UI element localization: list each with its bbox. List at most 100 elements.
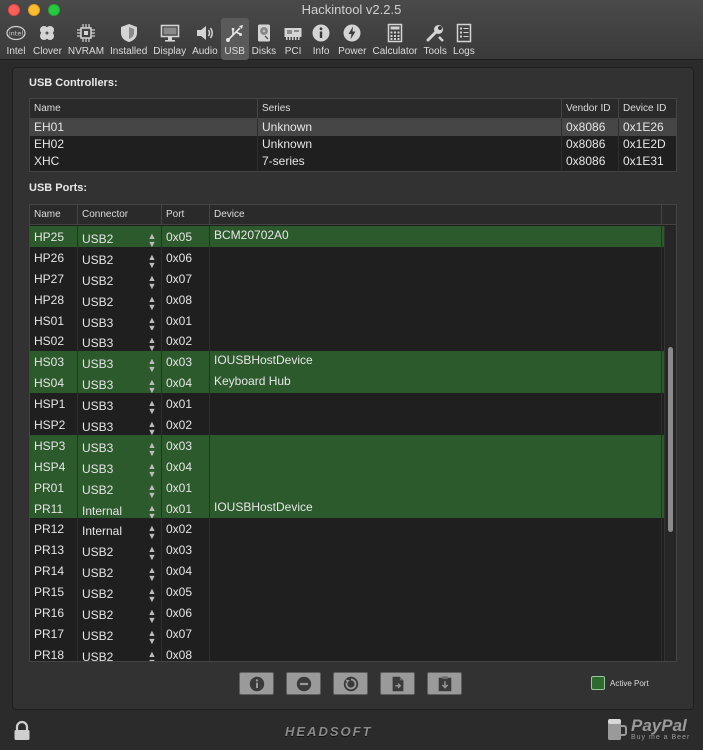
- port-row[interactable]: HP28 USB2 ▲ ▼ 0x08: [30, 288, 664, 310]
- connector-popup[interactable]: USB2 ▲▼: [78, 476, 162, 498]
- toolbar-tab-usb[interactable]: USB: [220, 18, 249, 60]
- port-row[interactable]: PR16 USB2 ▲ ▼ 0x06: [30, 602, 664, 623]
- usb-ports-table[interactable]: Name Connector Port Device HP25 USB2 ▲ ▼ 0x0…: [29, 204, 677, 662]
- column-header-device-id[interactable]: Device ID: [619, 99, 676, 118]
- connector-popup[interactable]: USB3 ▲ ▼: [78, 330, 162, 352]
- column-header-connector[interactable]: Connector: [78, 205, 162, 224]
- export-button[interactable]: [380, 672, 415, 695]
- column-header-port[interactable]: Port: [162, 205, 210, 224]
- connector-popup[interactable]: USB3 ▲ ▼: [78, 309, 162, 331]
- connector-popup[interactable]: USB2 ▲▼: [78, 539, 162, 561]
- connector-popup[interactable]: USB2 ▲▼: [78, 643, 162, 661]
- toolbar-tab-installed[interactable]: Installed: [107, 18, 150, 60]
- chevron-updown-icon[interactable]: ▲▼: [147, 420, 157, 435]
- ports-scrollbar[interactable]: [664, 226, 676, 661]
- connector-popup[interactable]: USB2 ▲▼: [78, 560, 162, 582]
- chevron-updown-icon[interactable]: ▲▼: [147, 357, 157, 372]
- chevron-updown-icon[interactable]: ▲▼: [147, 461, 157, 476]
- toolbar-tab-audio[interactable]: Audio: [189, 18, 221, 60]
- chevron-updown-icon[interactable]: ▲▼: [147, 524, 157, 539]
- column-header-series[interactable]: Series: [258, 99, 562, 118]
- chevron-updown-icon[interactable]: ▲▼: [147, 608, 157, 623]
- connector-popup[interactable]: USB3 ▲ ▼: [78, 351, 162, 373]
- chevron-updown-icon[interactable]: ▲▼: [147, 378, 157, 393]
- chevron-updown-icon[interactable]: ▲▼: [147, 315, 157, 330]
- chevron-updown-icon[interactable]: ▲▼: [147, 482, 157, 497]
- port-row[interactable]: HSP1 USB3 ▲ ▼ 0x01: [30, 393, 664, 415]
- port-row[interactable]: HP26 USB2 ▲ ▼ 0x06: [30, 246, 664, 268]
- connector-popup[interactable]: USB3 ▲ ▼: [78, 414, 162, 435]
- connector-popup[interactable]: Internal ▲ ▼: [78, 497, 162, 519]
- port-row[interactable]: PR12 Internal ▲ ▼ 0x02: [30, 518, 664, 540]
- port-row[interactable]: HSP2 USB3 ▲ ▼ 0x02: [30, 414, 664, 435]
- column-header-name[interactable]: Name: [30, 99, 258, 118]
- chevron-updown-icon[interactable]: ▲▼: [147, 587, 157, 602]
- toolbar-tab-tools[interactable]: Tools: [421, 18, 450, 60]
- chevron-updown-icon[interactable]: ▲▼: [147, 294, 157, 309]
- controller-row[interactable]: EH01 Unknown 0x8086 0x1E26: [30, 119, 676, 136]
- chevron-updown-icon[interactable]: ▲▼: [147, 273, 157, 288]
- connector-value: USB3: [82, 378, 114, 393]
- chevron-updown-icon[interactable]: ▲▼: [147, 336, 157, 351]
- port-row[interactable]: PR01 USB2 ▲ ▼ 0x01: [30, 476, 664, 498]
- port-row[interactable]: HP25 USB2 ▲ ▼ 0x05 BCM20702A0: [30, 226, 664, 247]
- usb-controllers-table[interactable]: Name Series Vendor ID Device ID EH01 Unkn…: [29, 98, 677, 172]
- chevron-updown-icon[interactable]: ▲▼: [147, 232, 157, 247]
- remove-button[interactable]: [286, 672, 321, 695]
- toolbar-tab-disks[interactable]: Disks: [249, 18, 279, 60]
- lock-icon[interactable]: [11, 720, 33, 742]
- toolbar-tab-power[interactable]: Power: [335, 18, 369, 60]
- port-row[interactable]: PR18 USB2 ▲▼ 0x08: [30, 643, 664, 661]
- column-header-port-name[interactable]: Name: [30, 205, 78, 224]
- toolbar-tab-info[interactable]: Info: [307, 18, 335, 60]
- chevron-updown-icon[interactable]: ▲▼: [147, 252, 157, 267]
- port-row[interactable]: HS01 USB3 ▲ ▼ 0x01: [30, 309, 664, 331]
- connector-popup[interactable]: USB3 ▲ ▼: [78, 455, 162, 477]
- toolbar-tab-logs[interactable]: Logs: [450, 18, 478, 60]
- connector-popup[interactable]: USB2 ▲▼: [78, 246, 162, 268]
- chevron-updown-icon[interactable]: ▲▼: [147, 399, 157, 414]
- port-row[interactable]: PR17 USB2 ▲ ▼ 0x07: [30, 622, 664, 644]
- toolbar-tab-display[interactable]: Display: [150, 18, 189, 60]
- connector-popup[interactable]: USB2 ▲▼: [78, 581, 162, 603]
- copy-button[interactable]: [427, 672, 462, 695]
- connector-popup[interactable]: USB2 ▲▼: [78, 622, 162, 644]
- port-row[interactable]: PR13 USB2 ▲ ▼ 0x03: [30, 539, 664, 561]
- chevron-updown-icon[interactable]: ▲▼: [147, 545, 157, 560]
- ports-scrollbar-thumb[interactable]: [668, 346, 673, 532]
- port-row[interactable]: PR14 USB2 ▲ ▼ 0x04: [30, 560, 664, 582]
- chevron-updown-icon[interactable]: ▲▼: [147, 649, 157, 661]
- connector-popup[interactable]: USB3 ▲ ▼: [78, 372, 162, 394]
- toolbar-tab-intel[interactable]: intel Intel: [2, 18, 30, 60]
- toolbar-tab-clover[interactable]: Clover: [30, 18, 65, 60]
- paypal-donate-button[interactable]: PayPal Buy me a Beer: [606, 716, 690, 742]
- chevron-updown-icon[interactable]: ▲▼: [147, 566, 157, 581]
- port-row[interactable]: HSP4 USB3 ▲ ▼ 0x04: [30, 455, 664, 477]
- controller-row[interactable]: EH02 Unknown 0x8086 0x1E2D: [30, 136, 676, 153]
- port-row[interactable]: HP27 USB2 ▲ ▼ 0x07: [30, 267, 664, 289]
- chevron-updown-icon[interactable]: ▲▼: [147, 628, 157, 643]
- port-row[interactable]: HSP3 USB3 ▲ ▼ 0x03: [30, 434, 664, 456]
- connector-popup[interactable]: USB2 ▲▼: [78, 226, 162, 247]
- refresh-button[interactable]: [333, 672, 368, 695]
- connector-popup[interactable]: USB3 ▲ ▼: [78, 434, 162, 456]
- port-row[interactable]: HS04 USB3 ▲ ▼ 0x04 Keyboard Hub: [30, 372, 664, 394]
- connector-popup[interactable]: USB2 ▲▼: [78, 267, 162, 289]
- controller-row[interactable]: XHC 7-series 0x8086 0x1E31: [30, 153, 676, 170]
- connector-popup[interactable]: USB3 ▲ ▼: [78, 393, 162, 415]
- port-row[interactable]: PR15 USB2 ▲ ▼ 0x05: [30, 581, 664, 603]
- info-button[interactable]: [239, 672, 274, 695]
- port-row[interactable]: HS03 USB3 ▲ ▼ 0x03 IOUSBHostDevice: [30, 351, 664, 373]
- connector-popup[interactable]: USB2 ▲▼: [78, 602, 162, 623]
- connector-popup[interactable]: Internal ▲ ▼: [78, 518, 162, 540]
- toolbar-tab-pci[interactable]: PCI: [279, 18, 307, 60]
- toolbar-tab-calculator[interactable]: Calculator: [369, 18, 420, 60]
- column-header-vendor-id[interactable]: Vendor ID: [562, 99, 619, 118]
- port-row[interactable]: HS02 USB3 ▲ ▼ 0x02: [30, 330, 664, 352]
- chevron-updown-icon[interactable]: ▲▼: [147, 440, 157, 455]
- column-header-device[interactable]: Device: [210, 205, 662, 224]
- toolbar-tab-nvram[interactable]: NVRAM: [65, 18, 107, 60]
- chevron-updown-icon[interactable]: ▲▼: [147, 503, 157, 518]
- connector-popup[interactable]: USB2 ▲▼: [78, 288, 162, 310]
- port-row[interactable]: PR11 Internal ▲ ▼ 0x01 IOUSBHostDevice: [30, 497, 664, 519]
